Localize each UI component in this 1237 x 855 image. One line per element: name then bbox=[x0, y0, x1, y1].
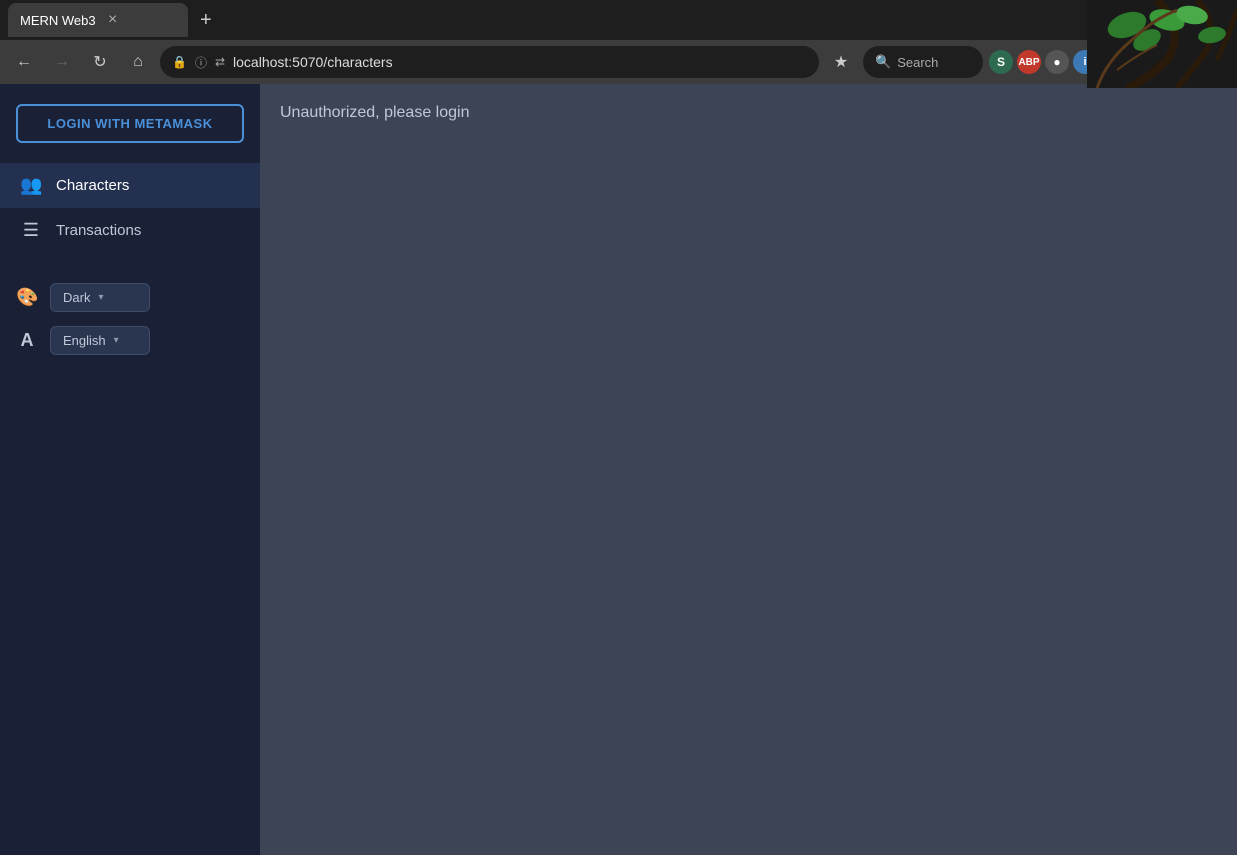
ext-s-icon[interactable]: S bbox=[989, 50, 1013, 74]
sidebar-controls: 🎨 Dark ▾ A English ▾ bbox=[0, 273, 260, 365]
transactions-icon: ☰ bbox=[20, 220, 42, 241]
theme-label: Dark bbox=[63, 290, 90, 305]
tab-close-button[interactable]: × bbox=[104, 11, 122, 29]
language-control-row: A English ▾ bbox=[16, 326, 244, 355]
sidebar: LOGIN WITH METAMASK 👥 Characters ☰ Trans… bbox=[0, 84, 260, 855]
search-box[interactable]: 🔍 Search bbox=[863, 46, 983, 78]
browser-toolbar: ← → ↻ ⌂ 🔒 ⓘ ⇄ localhost:5070/characters … bbox=[0, 40, 1237, 84]
theme-chevron-icon: ▾ bbox=[98, 292, 103, 303]
search-icon: 🔍 bbox=[875, 54, 891, 70]
theme-control-row: 🎨 Dark ▾ bbox=[16, 283, 244, 312]
security-icon: 🔒 bbox=[172, 55, 187, 69]
reload-button[interactable]: ↻ bbox=[84, 46, 116, 78]
site-info-icon: ⓘ bbox=[195, 54, 207, 71]
language-icon: A bbox=[16, 330, 38, 351]
sidebar-item-characters[interactable]: 👥 Characters bbox=[0, 163, 260, 208]
browser-tab[interactable]: MERN Web3 × bbox=[8, 3, 188, 37]
main-content: Unauthorized, please login bbox=[260, 84, 1237, 855]
ext-circle-icon[interactable]: ● bbox=[1045, 50, 1069, 74]
transactions-label: Transactions bbox=[56, 222, 141, 239]
more-tools-button[interactable]: ›› bbox=[1159, 46, 1191, 78]
language-chevron-icon: ▾ bbox=[114, 335, 119, 346]
characters-icon: 👥 bbox=[20, 175, 42, 196]
login-metamask-button[interactable]: LOGIN WITH METAMASK bbox=[16, 104, 244, 143]
url-display[interactable]: localhost:5070/characters bbox=[233, 54, 393, 70]
characters-label: Characters bbox=[56, 177, 129, 194]
address-bar[interactable]: 🔒 ⓘ ⇄ localhost:5070/characters bbox=[160, 46, 819, 78]
language-label: English bbox=[63, 333, 106, 348]
search-label: Search bbox=[897, 55, 938, 70]
language-dropdown[interactable]: English ▾ bbox=[50, 326, 150, 355]
back-button[interactable]: ← bbox=[8, 46, 40, 78]
tab-title: MERN Web3 bbox=[20, 13, 96, 28]
extensions-area: S ABP ● i 🦊 ⚙ bbox=[989, 50, 1153, 74]
ext-other-icon[interactable]: ⚙ bbox=[1129, 50, 1153, 74]
app-layout: LOGIN WITH METAMASK 👥 Characters ☰ Trans… bbox=[0, 84, 1237, 855]
bookmark-button[interactable]: ★ bbox=[825, 46, 857, 78]
unauthorized-message: Unauthorized, please login bbox=[280, 104, 1217, 122]
theme-dropdown[interactable]: Dark ▾ bbox=[50, 283, 150, 312]
connection-icon: ⇄ bbox=[215, 55, 225, 69]
ext-adblock-icon[interactable]: ABP bbox=[1017, 50, 1041, 74]
forward-button[interactable]: → bbox=[46, 46, 78, 78]
new-tab-button[interactable]: + bbox=[192, 9, 220, 32]
ext-info-icon[interactable]: i bbox=[1073, 50, 1097, 74]
ext-fox-icon[interactable]: 🦊 bbox=[1101, 50, 1125, 74]
menu-button[interactable]: ☰ bbox=[1197, 46, 1229, 78]
home-button[interactable]: ⌂ bbox=[122, 46, 154, 78]
tab-bar: MERN Web3 × + bbox=[0, 0, 1237, 40]
theme-icon: 🎨 bbox=[16, 287, 38, 308]
sidebar-item-transactions[interactable]: ☰ Transactions bbox=[0, 208, 260, 253]
